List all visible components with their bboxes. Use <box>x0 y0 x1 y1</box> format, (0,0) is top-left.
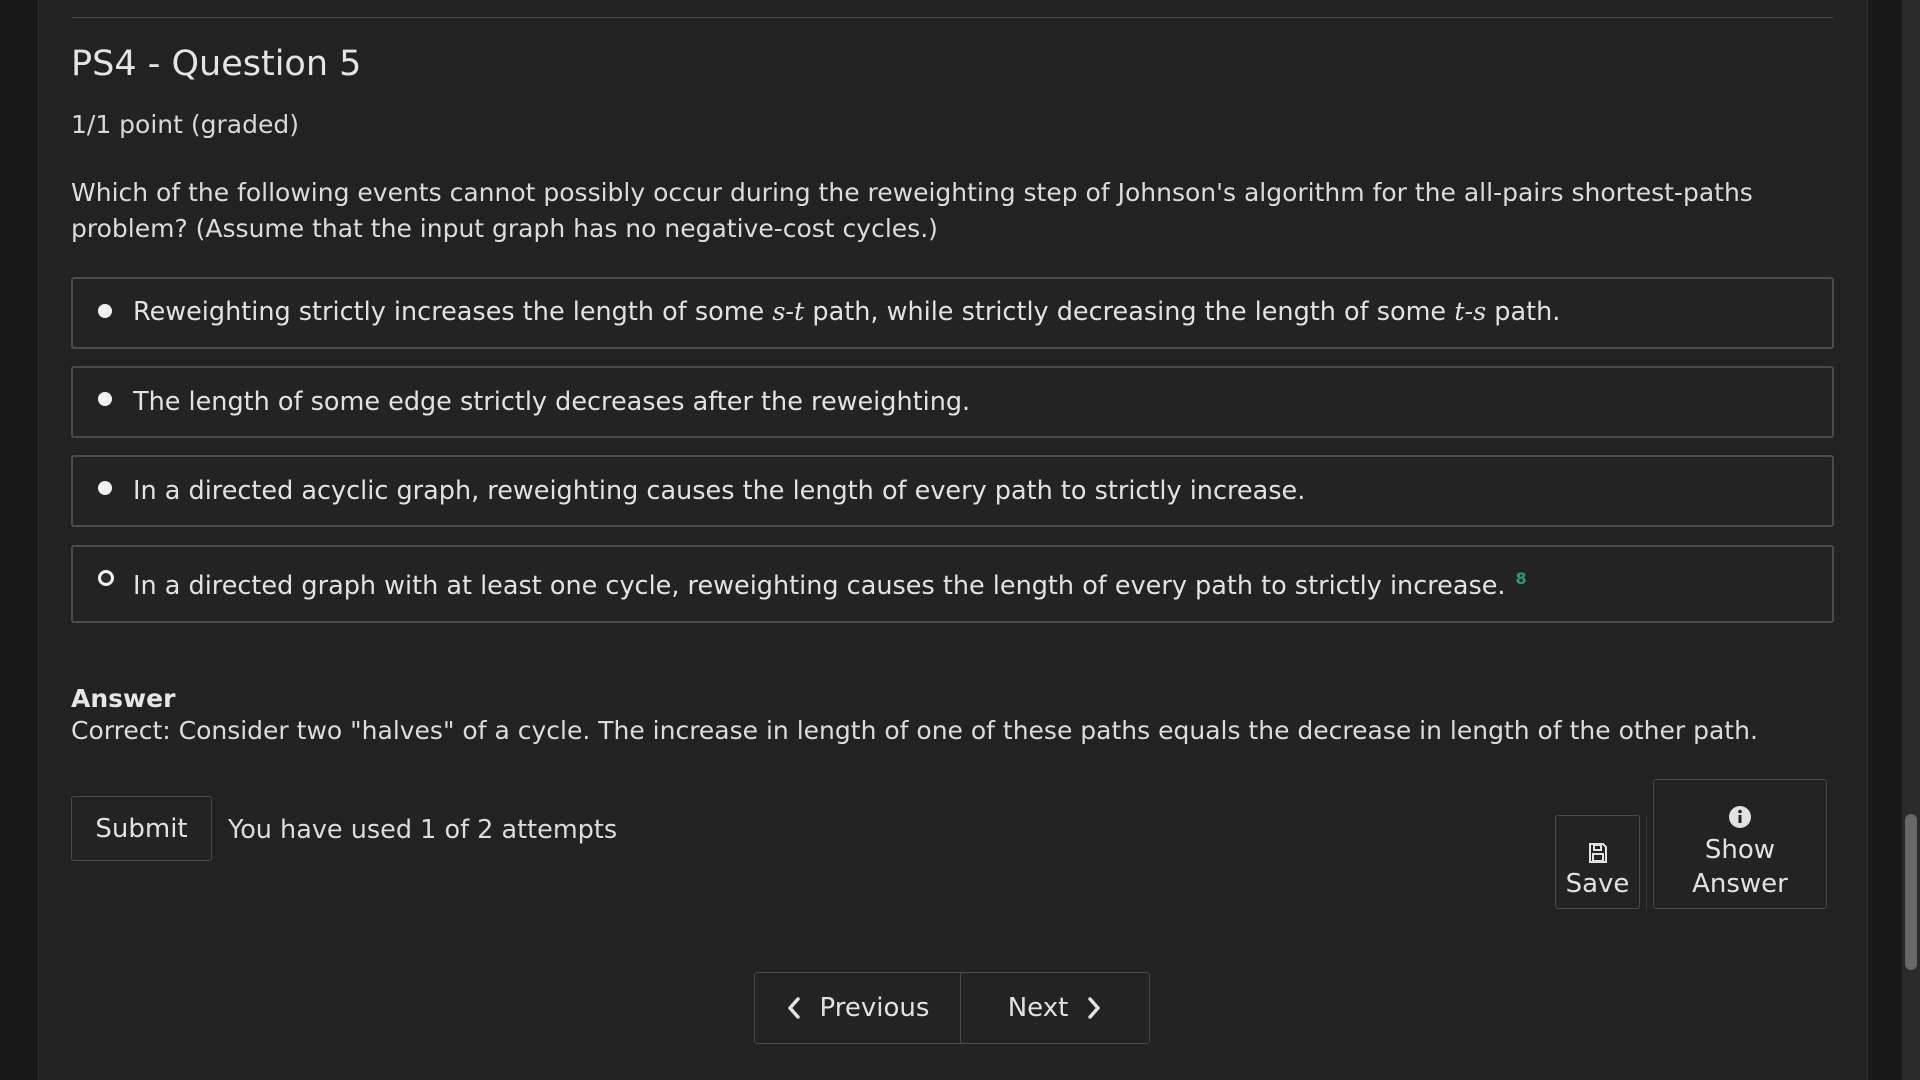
choice-1-math-st: s-t <box>772 297 805 327</box>
content-panel <box>38 0 1868 1080</box>
next-button[interactable]: Next <box>961 973 1149 1043</box>
scrollbar-thumb[interactable] <box>1905 814 1917 970</box>
show-answer-label-line2: Answer <box>1692 869 1788 899</box>
problem-title: PS4 - Question 5 <box>71 44 362 84</box>
choice-1-text-prefix: Reweighting strictly increases the lengt… <box>133 297 773 327</box>
choice-4-text: In a directed graph with at least one cy… <box>133 571 1506 601</box>
chevron-left-icon <box>787 997 800 1019</box>
save-label: Save <box>1565 869 1630 899</box>
choice-1-label: Reweighting strictly increases the lengt… <box>133 297 1560 327</box>
choice-1-text-middle: path, while strictly decreasing the leng… <box>804 297 1455 327</box>
choice-4-label: In a directed graph with at least one cy… <box>133 569 1527 601</box>
radio-choice-1[interactable] <box>98 304 112 318</box>
save-icon <box>1588 843 1607 863</box>
radio-choice-4-selected[interactable] <box>98 570 114 586</box>
info-icon <box>1729 806 1751 828</box>
question-text: Which of the following events cannot pos… <box>71 178 1753 243</box>
answer-heading: Answer <box>71 684 176 713</box>
correct-mark: 8 <box>1515 569 1527 588</box>
radio-choice-2[interactable] <box>98 392 112 406</box>
points-status: 1/1 point (graded) <box>71 110 299 139</box>
submit-button[interactable]: Submit <box>71 796 212 861</box>
previous-label: Previous <box>819 993 930 1023</box>
previous-button[interactable]: Previous <box>755 973 961 1043</box>
choice-3-label: In a directed acyclic graph, reweighting… <box>133 476 1306 506</box>
choice-1[interactable]: Reweighting strictly increases the lengt… <box>71 277 1834 349</box>
choice-2-label: The length of some edge strictly decreas… <box>133 387 971 417</box>
save-button[interactable]: Save <box>1555 815 1640 909</box>
choice-2[interactable]: The length of some edge strictly decreas… <box>71 366 1834 438</box>
next-label: Next <box>1007 993 1069 1023</box>
show-answer-label-line1: Show <box>1704 835 1776 865</box>
show-answer-button[interactable]: Show Answer <box>1653 779 1827 909</box>
choice-4[interactable]: In a directed graph with at least one cy… <box>71 545 1834 623</box>
button-divider <box>1646 815 1647 909</box>
choice-1-math-ts: t-s <box>1454 297 1487 327</box>
sequence-navigation: Previous Next <box>754 972 1150 1044</box>
chevron-right-icon <box>1088 997 1101 1019</box>
choice-1-text-suffix: path. <box>1486 297 1561 327</box>
top-divider <box>72 17 1833 18</box>
attempts-text: You have used 1 of 2 attempts <box>228 815 618 845</box>
radio-choice-3[interactable] <box>98 481 112 495</box>
choice-3[interactable]: In a directed acyclic graph, reweighting… <box>71 455 1834 527</box>
answer-explanation: Correct: Consider two "halves" of a cycl… <box>71 716 1758 745</box>
